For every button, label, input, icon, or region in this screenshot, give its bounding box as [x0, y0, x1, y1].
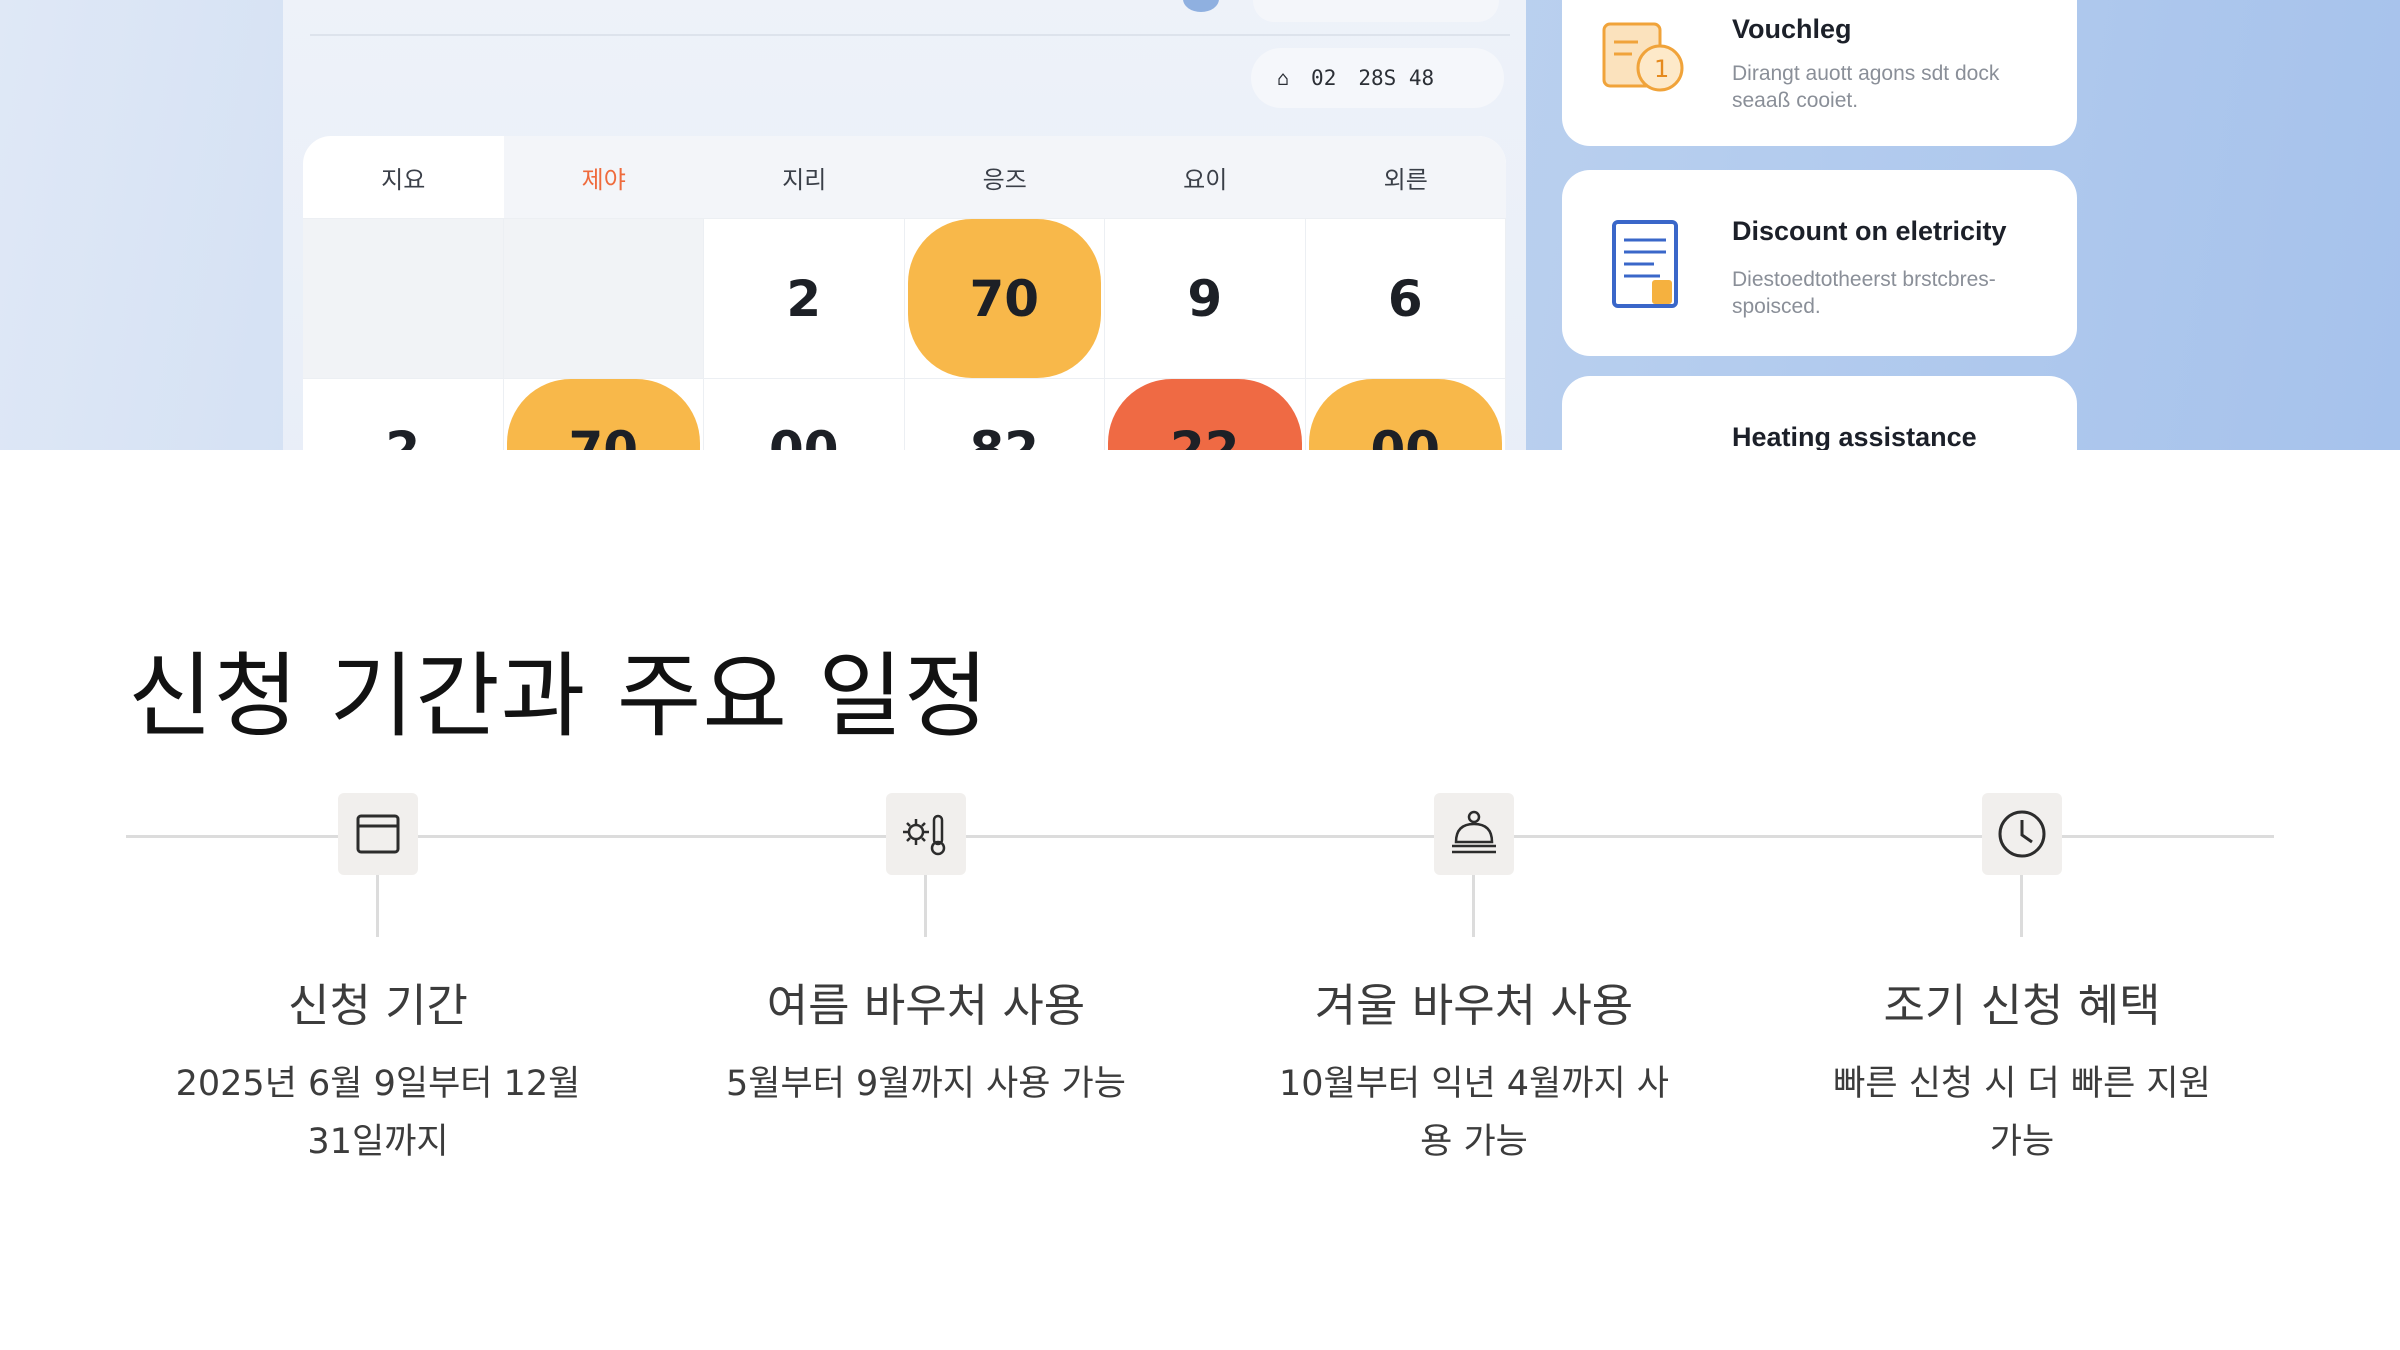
calendar-value: 2 [786, 269, 822, 328]
calendar-header-cell: 제야 [581, 165, 626, 194]
info-pill-left: 02 [1311, 66, 1337, 90]
card-title: Vouchlеg [1732, 14, 1852, 44]
heating-assistance-card[interactable]: Heating assistance [1562, 376, 2077, 450]
step-title: 겨울 바우처 사용 [1314, 979, 1634, 1032]
calendar-value: 2 [385, 421, 421, 450]
timeline-connector [2020, 875, 2023, 937]
calendar-row: 2 70 9 6 [303, 218, 1506, 378]
step-title: 여름 바우처 사용 [766, 979, 1086, 1032]
calendar-cell[interactable]: 22 [1105, 378, 1306, 450]
svg-text:1: 1 [1654, 55, 1669, 83]
calendar-cell [303, 218, 504, 378]
card-description: Diestoedtotheerst brstcbres- spoisced. [1732, 268, 1996, 318]
calendar-header-cell: 요이 [1183, 165, 1228, 194]
calendar: 지요 제야 지리 응즈 요이 외른 2 70 9 6 2 70 00 82 22… [303, 136, 1506, 450]
calendar-header-cell: 지리 [782, 165, 827, 194]
calendar-cell[interactable]: 00 [1305, 378, 1506, 450]
hero-image: ⌂ 02 28S 48 지요 제야 지리 응즈 요이 외른 2 70 9 6 2… [0, 0, 2400, 450]
step-title: 신청 기간 [288, 979, 468, 1032]
card-description: Dirangt auott agons sdt dock seaaß cooie… [1732, 62, 2000, 112]
voucher-icon: 1 [1602, 10, 1692, 114]
calendar-header-cell: 지요 [303, 136, 504, 218]
card-title: Discount on eletricity [1732, 216, 2007, 246]
calendar-value: 70 [506, 379, 700, 450]
heating-assistance-icon [1602, 420, 1692, 450]
step-description: 10월부터 익년 4월까지 사용 가능 [1279, 1064, 1669, 1162]
heating-icon [1434, 793, 1514, 875]
calendar-value: 6 [1387, 269, 1423, 328]
page-title: 신청 기간과 주요 일정 [128, 643, 990, 750]
timeline-connector [376, 875, 379, 937]
calendar-cell [503, 218, 704, 378]
calendar-cell[interactable]: 82 [904, 378, 1105, 450]
top-pill [1253, 0, 1499, 22]
timeline-connector [924, 875, 927, 937]
step-description: 2025년 6월 9일부터 12월 31일까지 [175, 1064, 581, 1162]
calendar-value: 00 [768, 421, 839, 450]
calendar-cell[interactable]: 6 [1305, 218, 1506, 378]
step-description: 빠른 신청 시 더 빠른 지원 가능 [1833, 1064, 2211, 1162]
calendar-cell[interactable]: 00 [704, 378, 905, 450]
calendar-icon [338, 793, 418, 875]
timeline-line [126, 835, 2274, 838]
step-title: 조기 신청 혜택 [1883, 979, 2161, 1032]
card-title: Heating assistance [1732, 422, 1977, 450]
calendar-value: 9 [1187, 269, 1223, 328]
timeline-connector [1472, 875, 1475, 937]
divider [310, 34, 1510, 36]
calendar-cell[interactable]: 2 [704, 218, 905, 378]
calendar-cell[interactable]: 70 [503, 378, 704, 450]
calendar-header: 지요 제야 지리 응즈 요이 외른 [303, 136, 1506, 218]
calendar-header-cell: 외른 [1383, 165, 1428, 194]
clock-icon [1982, 793, 2062, 875]
calendar-cell[interactable]: 9 [1105, 218, 1306, 378]
step-description: 5월부터 9월까지 사용 가능 [726, 1064, 1126, 1104]
calendar-value: 82 [969, 421, 1040, 450]
calendar-value: 00 [1308, 379, 1502, 450]
document-icon [1602, 214, 1692, 318]
calendar-value: 70 [907, 219, 1101, 378]
home-icon: ⌂ [1277, 66, 1290, 90]
info-pill: ⌂ 02 28S 48 [1251, 48, 1504, 108]
calendar-row: 2 70 00 82 22 00 [303, 378, 1506, 450]
calendar-header-cell: 응즈 [982, 165, 1027, 194]
calendar-value: 22 [1108, 379, 1302, 450]
thermostat-icon [886, 793, 966, 875]
voucher-card[interactable]: 1 Vouchlеg Dirangt auott agons sdt dock … [1562, 0, 2077, 146]
info-pill-right: 28S 48 [1358, 66, 1435, 90]
electricity-discount-card[interactable]: Discount on eletricity Diestoedtotheerst… [1562, 170, 2077, 356]
calendar-cell[interactable]: 70 [904, 218, 1105, 378]
calendar-cell[interactable]: 2 [303, 378, 504, 450]
